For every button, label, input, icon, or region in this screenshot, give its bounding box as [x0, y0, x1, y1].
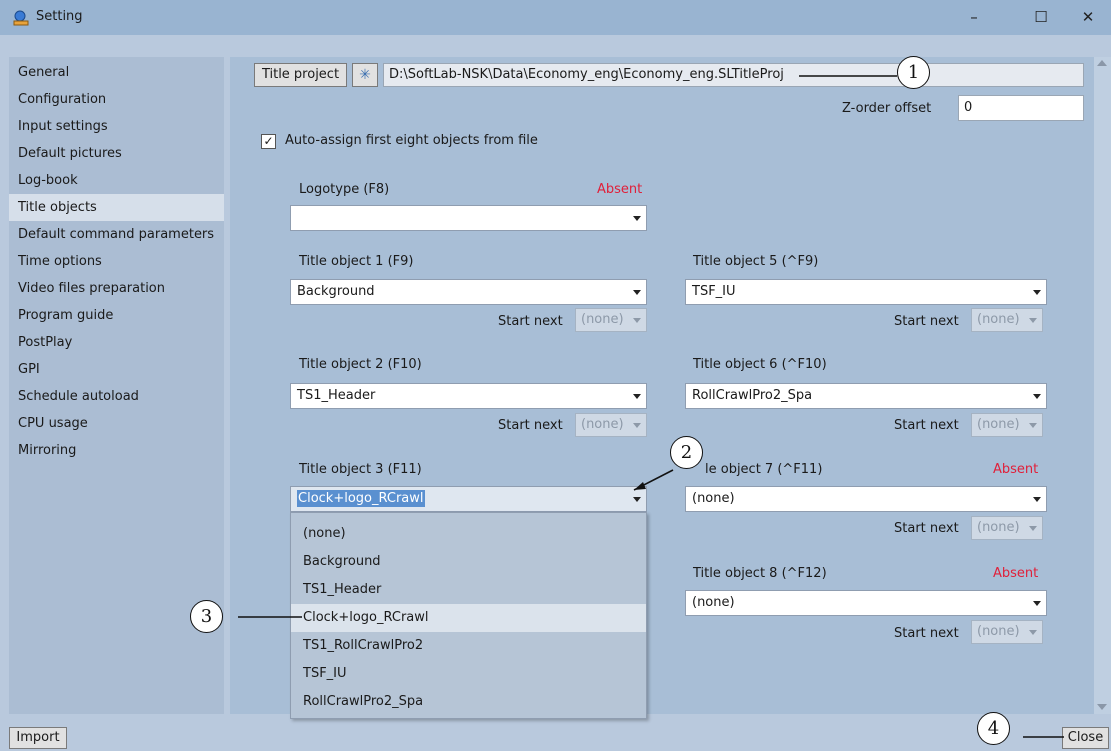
nav-item[interactable]: GPI — [9, 356, 224, 383]
callout-3: 3 — [190, 600, 223, 633]
title-project-button[interactable]: Title project — [254, 63, 347, 87]
start-next-label: Start next — [498, 314, 563, 329]
start-next-label: Start next — [894, 314, 959, 329]
zorder-offset-input[interactable]: 0 — [958, 95, 1084, 121]
start-next-label: Start next — [894, 521, 959, 536]
nav-item[interactable]: PostPlay — [9, 329, 224, 356]
nav-item[interactable]: General — [9, 59, 224, 86]
title-object-8-status: Absent — [993, 566, 1039, 581]
logotype-label: Logotype (F8) — [299, 182, 390, 197]
chevron-down-icon — [633, 318, 641, 323]
dropdown-option[interactable]: TS1_Header — [291, 576, 646, 604]
chevron-down-icon — [1029, 423, 1037, 428]
scroll-down-icon[interactable] — [1097, 704, 1107, 710]
title-object-1-combo[interactable]: Background — [290, 279, 647, 305]
chevron-down-icon — [633, 497, 641, 502]
chevron-down-icon — [1033, 601, 1041, 606]
title-object-1-label: Title object 1 (F9) — [299, 254, 414, 269]
start-next-label: Start next — [894, 418, 959, 433]
chevron-down-icon — [633, 394, 641, 399]
asterisk-button[interactable]: ✳ — [352, 63, 378, 87]
start-next-8-combo[interactable]: (none) — [971, 620, 1043, 644]
title-object-3-dropdown-list: (none) Background TS1_Header Clock+logo_RCr… — [290, 512, 647, 719]
start-next-label: Start next — [498, 418, 563, 433]
title-object-2-label: Title object 2 (F10) — [299, 357, 422, 372]
dropdown-option[interactable]: Background — [291, 548, 646, 576]
title-object-6-combo[interactable]: RollCrawlPro2_Spa — [685, 383, 1047, 409]
nav-item[interactable]: Log-book — [9, 167, 224, 194]
nav-item[interactable]: Title objects — [9, 194, 224, 221]
chevron-down-icon — [633, 290, 641, 295]
title-object-5-label: Title object 5 (^F9) — [693, 254, 819, 269]
callout-4: 4 — [977, 712, 1010, 745]
dropdown-option[interactable]: Clock+logo_RCrawl — [291, 604, 646, 632]
chevron-down-icon — [633, 423, 641, 428]
dropdown-option[interactable]: TS1_RollCrawlPro2 — [291, 632, 646, 660]
nav-item[interactable]: CPU usage — [9, 410, 224, 437]
nav-item[interactable]: Time options — [9, 248, 224, 275]
nav-item[interactable]: Configuration — [9, 86, 224, 113]
start-next-label: Start next — [894, 626, 959, 641]
autoassign-label: Auto-assign first eight objects from fil… — [285, 133, 538, 148]
autoassign-checkbox[interactable]: ✓ — [261, 134, 276, 149]
chevron-down-icon — [1029, 630, 1037, 635]
app-settings-icon — [13, 10, 29, 26]
start-next-2-combo[interactable]: (none) — [575, 413, 647, 437]
chevron-down-icon — [1029, 318, 1037, 323]
zorder-label: Z-order offset — [842, 101, 932, 116]
title-object-3-combo[interactable]: Clock+logo_RCrawl — [290, 486, 647, 512]
close-button[interactable]: Close — [1062, 727, 1109, 749]
scroll-up-icon[interactable] — [1097, 60, 1107, 66]
chevron-down-icon — [1033, 497, 1041, 502]
logotype-status: Absent — [597, 182, 643, 197]
title-object-8-combo[interactable]: (none) — [685, 590, 1047, 616]
nav-item[interactable]: Schedule autoload — [9, 383, 224, 410]
nav-item[interactable]: Default pictures — [9, 140, 224, 167]
start-next-1-combo[interactable]: (none) — [575, 308, 647, 332]
start-next-6-combo[interactable]: (none) — [971, 413, 1043, 437]
title-object-8-label: Title object 8 (^F12) — [693, 566, 827, 581]
title-object-7-combo[interactable]: (none) — [685, 486, 1047, 512]
title-object-7-status: Absent — [993, 462, 1039, 477]
callout-1: 1 — [897, 56, 930, 89]
start-next-7-combo[interactable]: (none) — [971, 516, 1043, 540]
project-path-field[interactable]: D:\SoftLab-NSK\Data\Economy_eng\Economy_… — [383, 63, 1084, 87]
start-next-5-combo[interactable]: (none) — [971, 308, 1043, 332]
vertical-scrollbar[interactable] — [1094, 57, 1111, 714]
nav-item[interactable]: Video files preparation — [9, 275, 224, 302]
chevron-down-icon — [1033, 290, 1041, 295]
logotype-combo[interactable] — [290, 205, 647, 231]
title-object-3-label: Title object 3 (F11) — [299, 462, 422, 477]
dropdown-option[interactable]: TSF_IU — [291, 660, 646, 688]
nav-item[interactable]: Input settings — [9, 113, 224, 140]
title-object-7-label: le object 7 (^F11) — [705, 462, 823, 477]
title-object-6-label: Title object 6 (^F10) — [693, 357, 827, 372]
chevron-down-icon — [633, 216, 641, 221]
nav-item[interactable]: Mirroring — [9, 437, 224, 464]
minimize-button[interactable]: – — [951, 0, 997, 35]
chevron-down-icon — [1033, 394, 1041, 399]
dropdown-option[interactable]: RollCrawlPro2_Spa — [291, 688, 646, 716]
nav-item[interactable]: Program guide — [9, 302, 224, 329]
callout-2: 2 — [670, 436, 703, 469]
title-bar: Setting – ☐ ✕ — [0, 0, 1111, 35]
title-object-5-combo[interactable]: TSF_IU — [685, 279, 1047, 305]
title-object-2-combo[interactable]: TS1_Header — [290, 383, 647, 409]
nav-item[interactable]: Default command parameters — [9, 221, 224, 248]
window-title: Setting — [36, 9, 83, 24]
asterisk-icon: ✳ — [359, 67, 371, 83]
dropdown-option[interactable]: (none) — [291, 520, 646, 548]
close-window-button[interactable]: ✕ — [1065, 0, 1111, 35]
maximize-button[interactable]: ☐ — [1018, 0, 1064, 35]
import-button[interactable]: Import — [9, 727, 67, 749]
chevron-down-icon — [1029, 526, 1037, 531]
